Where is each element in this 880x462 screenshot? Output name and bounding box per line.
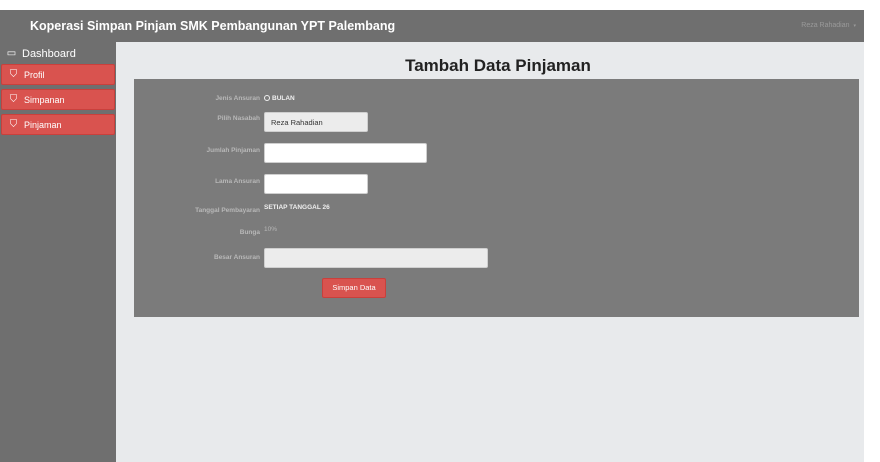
- tag-icon: ⛉: [9, 94, 18, 105]
- besar-angsuran-label: Besar Ansuran: [214, 254, 260, 261]
- nasabah-select-value: Reza Rahadian: [271, 118, 323, 127]
- jumlah-pinjaman-label: Jumlah Pinjaman: [206, 147, 260, 154]
- tag-icon: ⛉: [9, 69, 18, 80]
- main-content: Tambah Data Pinjaman Jenis Ansuran BULAN…: [116, 42, 864, 462]
- jenis-angsuran-label: Jenis Ansuran: [215, 95, 260, 102]
- laptop-icon: ▭: [6, 48, 17, 59]
- bunga-value: 10%: [264, 226, 278, 233]
- jenis-angsuran-value[interactable]: BULAN: [264, 95, 295, 102]
- app-title[interactable]: Koperasi Simpan Pinjam SMK Pembangunan Y…: [30, 10, 395, 42]
- sidebar: ▭ Dashboard ⛉ Profil ⛉ Simpanan ⛉ Pinjam…: [0, 42, 116, 462]
- lama-angsuran-label: Lama Ansuran: [215, 178, 260, 185]
- tanggal-pembayaran-value: SETIAP TANGGAL 26: [264, 204, 330, 211]
- simpan-data-button[interactable]: Simpan Data: [322, 278, 386, 298]
- sidebar-item-label: Profil: [24, 69, 45, 80]
- besar-angsuran-input[interactable]: [264, 248, 488, 268]
- window-edge: [864, 0, 880, 462]
- top-navbar: Koperasi Simpan Pinjam SMK Pembangunan Y…: [0, 10, 864, 42]
- user-name: Reza Rahadian: [801, 22, 850, 29]
- user-menu[interactable]: Reza Rahadian ▾: [801, 10, 856, 42]
- jenis-angsuran-option: BULAN: [272, 95, 295, 102]
- sidebar-item-label: Dashboard: [22, 47, 76, 60]
- tag-icon: ⛉: [9, 119, 18, 130]
- sidebar-item-label: Pinjaman: [24, 119, 62, 130]
- nasabah-select[interactable]: Reza Rahadian: [264, 112, 368, 132]
- lama-angsuran-input[interactable]: [264, 174, 368, 194]
- tanggal-pembayaran-label: Tanggal Pembayaran: [195, 207, 260, 214]
- radio-icon: [264, 95, 270, 101]
- chevron-down-icon: ▾: [853, 23, 856, 29]
- pilih-nasabah-label: Pilih Nasabah: [217, 115, 260, 122]
- sidebar-item-simpanan[interactable]: ⛉ Simpanan: [1, 89, 115, 110]
- sidebar-item-dashboard[interactable]: ▭ Dashboard: [0, 43, 116, 64]
- app-window: Koperasi Simpan Pinjam SMK Pembangunan Y…: [0, 0, 880, 462]
- page-title: Tambah Data Pinjaman: [405, 56, 591, 75]
- jumlah-pinjaman-input[interactable]: [264, 143, 427, 163]
- bunga-label: Bunga: [239, 229, 260, 236]
- loan-form-panel: Jenis Ansuran BULAN Pilih Nasabah Reza R…: [134, 79, 859, 317]
- sidebar-item-label: Simpanan: [24, 94, 65, 105]
- sidebar-item-profil[interactable]: ⛉ Profil: [1, 64, 115, 85]
- sidebar-item-pinjaman[interactable]: ⛉ Pinjaman: [1, 114, 115, 135]
